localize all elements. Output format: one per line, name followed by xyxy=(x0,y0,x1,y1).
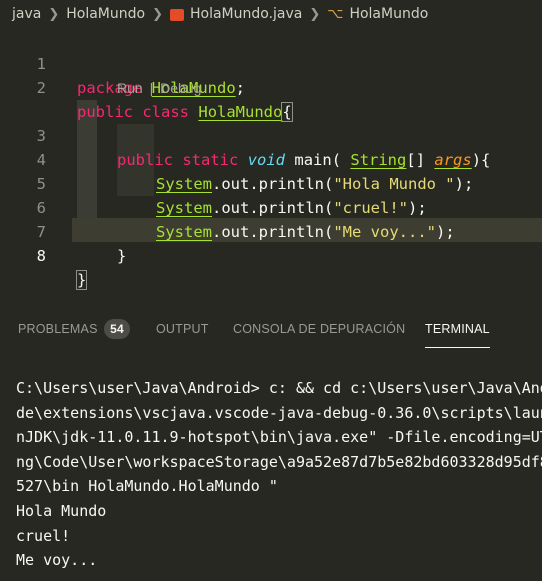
terminal-line: Me voy... xyxy=(16,551,98,570)
terminal-line: de\extensions\vscjava.vscode-java-debug-… xyxy=(16,403,542,422)
terminal-output[interactable]: C:\Users\user\Java\Android> c: && cd c:\… xyxy=(16,376,542,573)
breadcrumb: java ❯ HolaMundo ❯ HolaMundo.java ❯ ⌥ Ho… xyxy=(0,0,542,28)
codelens-separator: | xyxy=(149,80,154,96)
breadcrumb-folder-holamundo[interactable]: HolaMundo xyxy=(66,6,145,22)
terminal-line: cruel! xyxy=(16,526,71,545)
chevron-right-icon: ❯ xyxy=(152,6,163,22)
brace: } xyxy=(75,270,88,290)
terminal-line: Hola Mundo xyxy=(16,501,107,520)
tab-problems[interactable]: PROBLEMAS xyxy=(18,312,98,346)
code-line[interactable]: 4 System.out.println("Hola Mundo "); xyxy=(0,124,542,193)
code-editor[interactable]: 1 package HolaMundo; 2 public class Hola… xyxy=(0,28,542,302)
code-line[interactable]: 3 public static void main( String[] args… xyxy=(0,100,542,169)
codelens: Run | Debug xyxy=(117,76,201,100)
breadcrumb-folder-java[interactable]: java xyxy=(12,6,41,22)
terminal-line: C:\Users\user\Java\Android> c: && cd c:\… xyxy=(16,379,542,397)
terminal-line: 527\bin HolaMundo.HolaMundo " xyxy=(16,477,278,496)
breadcrumb-file[interactable]: HolaMundo.java xyxy=(190,6,302,22)
code-line[interactable]: 2 public class HolaMundo{ xyxy=(0,52,542,122)
tab-debug-console[interactable]: CONSOLA DE DEPURACIÓN xyxy=(233,312,405,346)
brace: } xyxy=(117,247,127,265)
terminal-line: nJDK\jdk-11.0.11.9-hotspot\bin\java.exe"… xyxy=(16,428,542,447)
line-number: 8 xyxy=(36,247,46,265)
panel-tabs: PROBLEMAS 54 OUTPUT CONSOLA DE DEPURACIÓ… xyxy=(0,312,542,348)
tab-terminal[interactable]: TERMINAL xyxy=(425,312,490,348)
codelens-debug-link[interactable]: Debug xyxy=(160,80,201,96)
code-line[interactable]: 6 System.out.println("Me voy..."); xyxy=(0,172,542,241)
code-line[interactable]: 7 } xyxy=(0,196,542,265)
java-file-icon xyxy=(170,8,184,21)
code-line[interactable]: 1 package HolaMundo; xyxy=(0,28,542,97)
chevron-right-icon: ❯ xyxy=(309,6,321,22)
semicolon: ; xyxy=(235,79,246,97)
breadcrumb-symbol[interactable]: HolaMundo xyxy=(349,6,428,22)
terminal-line: ng\Code\User\workspaceStorage\a9a52e87d7… xyxy=(16,452,542,471)
codelens-run-link[interactable]: Run xyxy=(117,80,143,96)
code-line[interactable]: 5 System.out.println("cruel!"); xyxy=(0,148,542,217)
line-number: 2 xyxy=(36,79,46,97)
problems-count-badge: 54 xyxy=(104,319,130,339)
class-symbol-icon: ⌥ xyxy=(327,6,344,22)
chevron-right-icon: ❯ xyxy=(48,6,60,22)
tab-output[interactable]: OUTPUT xyxy=(156,312,209,346)
code-line[interactable]: 8 } xyxy=(0,220,542,290)
